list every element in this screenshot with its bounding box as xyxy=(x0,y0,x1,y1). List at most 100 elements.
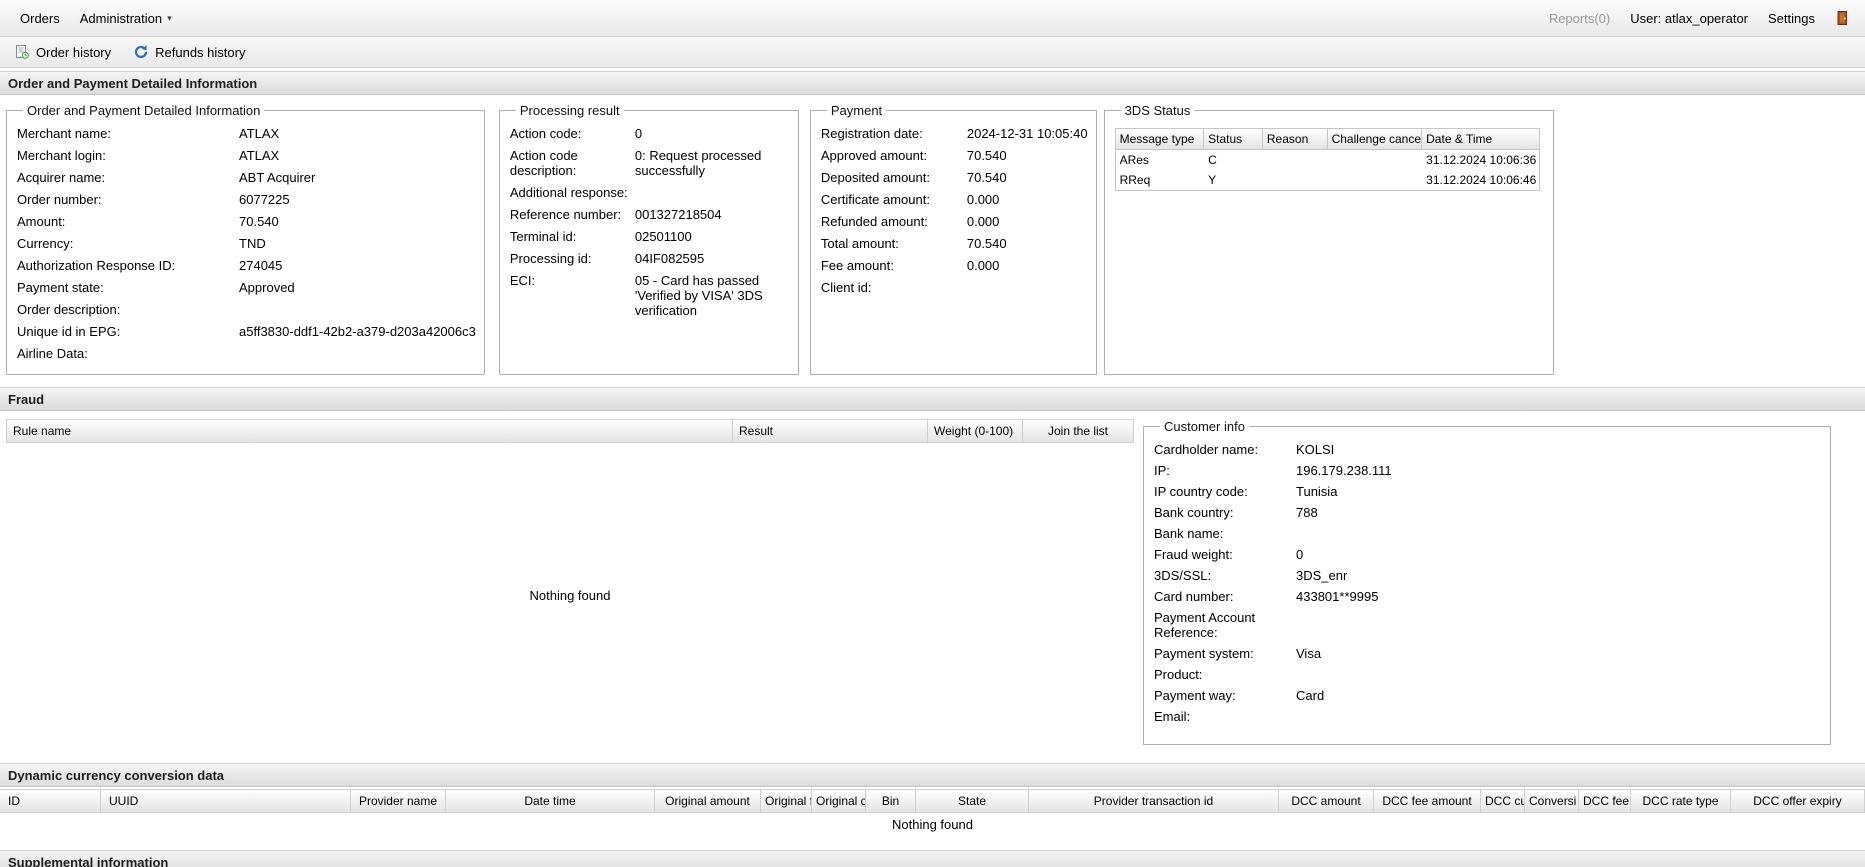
section-header-supplemental: Supplemental information xyxy=(0,850,1865,867)
fraud-col-weight[interactable]: Weight (0-100) xyxy=(928,420,1023,442)
customer-info-panel: Customer info Cardholder name:KOLSI IP:1… xyxy=(1143,419,1831,745)
menu-item-orders[interactable]: Orders xyxy=(10,6,70,31)
refund-arrow-icon xyxy=(133,44,149,60)
order-history-icon xyxy=(14,44,30,60)
field-acquirer-name-value: ABT Acquirer xyxy=(239,170,476,185)
exit-icon[interactable] xyxy=(1835,10,1851,26)
processing-result-legend: Processing result xyxy=(516,103,624,118)
field-client-id: Client id: xyxy=(821,280,1088,295)
dcc-col-original-c[interactable]: Original c xyxy=(812,790,866,812)
field-ip-country-code-label: IP country code: xyxy=(1154,484,1296,499)
field-order-description-label: Order description: xyxy=(17,302,239,317)
tds-row-rreq: RReq Y 31.12.2024 10:06:46 xyxy=(1116,170,1539,190)
field-ip: IP:196.179.238.111 xyxy=(1154,463,1822,478)
field-product-value xyxy=(1296,667,1822,682)
reports-link[interactable]: Reports(0) xyxy=(1549,11,1610,26)
dcc-col-provider-transaction-id[interactable]: Provider transaction id xyxy=(1029,790,1279,812)
field-fee-amount: Fee amount:0.000 xyxy=(821,258,1088,273)
section-header-fraud: Fraud xyxy=(0,387,1865,411)
settings-link[interactable]: Settings xyxy=(1768,11,1815,26)
field-unique-id-in-epg-label: Unique id in EPG: xyxy=(17,324,239,339)
field-email: Email: xyxy=(1154,709,1822,724)
fraud-col-join-the-list[interactable]: Join the list xyxy=(1023,420,1133,442)
tds-status-table-header: Message type Status Reason Challenge can… xyxy=(1116,129,1539,150)
field-payment-way-value: Card xyxy=(1296,688,1822,703)
fraud-empty-text: Nothing found xyxy=(530,588,611,603)
field-currency-value: TND xyxy=(239,236,476,251)
field-fee-amount-value: 0.000 xyxy=(967,258,1088,273)
field-cardholder-name-label: Cardholder name: xyxy=(1154,442,1296,457)
field-email-label: Email: xyxy=(1154,709,1296,724)
field-total-amount-value: 70.540 xyxy=(967,236,1088,251)
refunds-history-label: Refunds history xyxy=(155,45,245,60)
dcc-col-provider-name[interactable]: Provider name xyxy=(351,790,446,812)
tds-col-date-time: Date & Time xyxy=(1422,129,1538,149)
field-3ds-ssl: 3DS/SSL:3DS_enr xyxy=(1154,568,1822,583)
field-approved-amount-value: 70.540 xyxy=(967,148,1088,163)
dcc-col-dcc-fee[interactable]: DCC fee xyxy=(1579,790,1631,812)
order-history-button[interactable]: Order history xyxy=(6,41,119,63)
field-product: Product: xyxy=(1154,667,1822,682)
tds-cell-status: Y xyxy=(1204,170,1263,190)
field-bank-country-value: 788 xyxy=(1296,505,1822,520)
tds-row-ares: ARes C 31.12.2024 10:06:36 xyxy=(1116,150,1539,170)
order-history-label: Order history xyxy=(36,45,111,60)
tds-cell-challenge-cancel xyxy=(1328,150,1423,170)
dcc-col-dcc-fee-amount[interactable]: DCC fee amount xyxy=(1374,790,1481,812)
fraud-col-result[interactable]: Result xyxy=(733,420,928,442)
field-3ds-ssl-value: 3DS_enr xyxy=(1296,568,1822,583)
field-card-number: Card number:433801**9995 xyxy=(1154,589,1822,604)
field-cardholder-name: Cardholder name:KOLSI xyxy=(1154,442,1822,457)
tds-cell-message-type: RReq xyxy=(1116,170,1205,190)
field-action-code-description-value: 0: Request processed successfully xyxy=(635,148,790,178)
field-order-description: Order description: xyxy=(17,302,476,317)
fraud-col-rule-name[interactable]: Rule name xyxy=(7,420,733,442)
field-merchant-login: Merchant login:ATLAX xyxy=(17,148,476,163)
tds-status-panel: 3DS Status Message type Status Reason Ch… xyxy=(1104,103,1554,375)
field-airline-data-label: Airline Data: xyxy=(17,346,239,361)
field-total-amount-label: Total amount: xyxy=(821,236,967,251)
field-merchant-name: Merchant name:ATLAX xyxy=(17,126,476,141)
dcc-col-id[interactable]: ID xyxy=(0,790,101,812)
dcc-col-dcc-curr[interactable]: DCC curr xyxy=(1481,790,1525,812)
field-merchant-login-label: Merchant login: xyxy=(17,148,239,163)
dcc-col-original-amount[interactable]: Original amount xyxy=(655,790,761,812)
field-registration-date-value: 2024-12-31 10:05:40 xyxy=(967,126,1088,141)
tds-status-table: Message type Status Reason Challenge can… xyxy=(1115,128,1540,191)
field-processing-id-label: Processing id: xyxy=(510,251,635,266)
field-certificate-amount-label: Certificate amount: xyxy=(821,192,967,207)
field-refunded-amount-value: 0.000 xyxy=(967,214,1088,229)
dcc-col-state[interactable]: State xyxy=(916,790,1029,812)
refunds-history-button[interactable]: Refunds history xyxy=(125,41,253,63)
field-bank-country: Bank country:788 xyxy=(1154,505,1822,520)
field-reference-number-value: 001327218504 xyxy=(635,207,790,222)
field-amount-value: 70.540 xyxy=(239,214,476,229)
field-ip-country-code: IP country code:Tunisia xyxy=(1154,484,1822,499)
field-bank-name: Bank name: xyxy=(1154,526,1822,541)
tds-cell-reason xyxy=(1263,150,1328,170)
field-deposited-amount-value: 70.540 xyxy=(967,170,1088,185)
fraud-table-body: Nothing found xyxy=(6,443,1134,747)
dcc-col-date-time[interactable]: Date time xyxy=(446,790,655,812)
dcc-col-bin[interactable]: Bin xyxy=(866,790,916,812)
dcc-col-uuid[interactable]: UUID xyxy=(101,790,351,812)
dcc-col-dcc-rate-type[interactable]: DCC rate type xyxy=(1631,790,1731,812)
field-authorization-response-id: Authorization Response ID:274045 xyxy=(17,258,476,273)
dcc-col-conversi[interactable]: Conversi xyxy=(1525,790,1579,812)
field-payment-system-value: Visa xyxy=(1296,646,1822,661)
fraud-section: Rule name Result Weight (0-100) Join the… xyxy=(0,411,1865,751)
dcc-col-dcc-offer-expiry[interactable]: DCC offer expiry xyxy=(1731,790,1865,812)
field-payment-way-label: Payment way: xyxy=(1154,688,1296,703)
field-amount: Amount:70.540 xyxy=(17,214,476,229)
field-acquirer-name: Acquirer name:ABT Acquirer xyxy=(17,170,476,185)
menu-item-administration[interactable]: Administration ▾ xyxy=(70,6,182,31)
field-terminal-id: Terminal id:02501100 xyxy=(510,229,790,244)
dcc-empty-text: Nothing found xyxy=(892,817,973,832)
field-action-code: Action code:0 xyxy=(510,126,790,141)
field-email-value xyxy=(1296,709,1822,724)
dcc-col-dcc-amount[interactable]: DCC amount xyxy=(1279,790,1374,812)
field-total-amount: Total amount:70.540 xyxy=(821,236,1088,251)
field-card-number-label: Card number: xyxy=(1154,589,1296,604)
field-terminal-id-value: 02501100 xyxy=(635,229,790,244)
dcc-col-original-f[interactable]: Original f xyxy=(761,790,812,812)
